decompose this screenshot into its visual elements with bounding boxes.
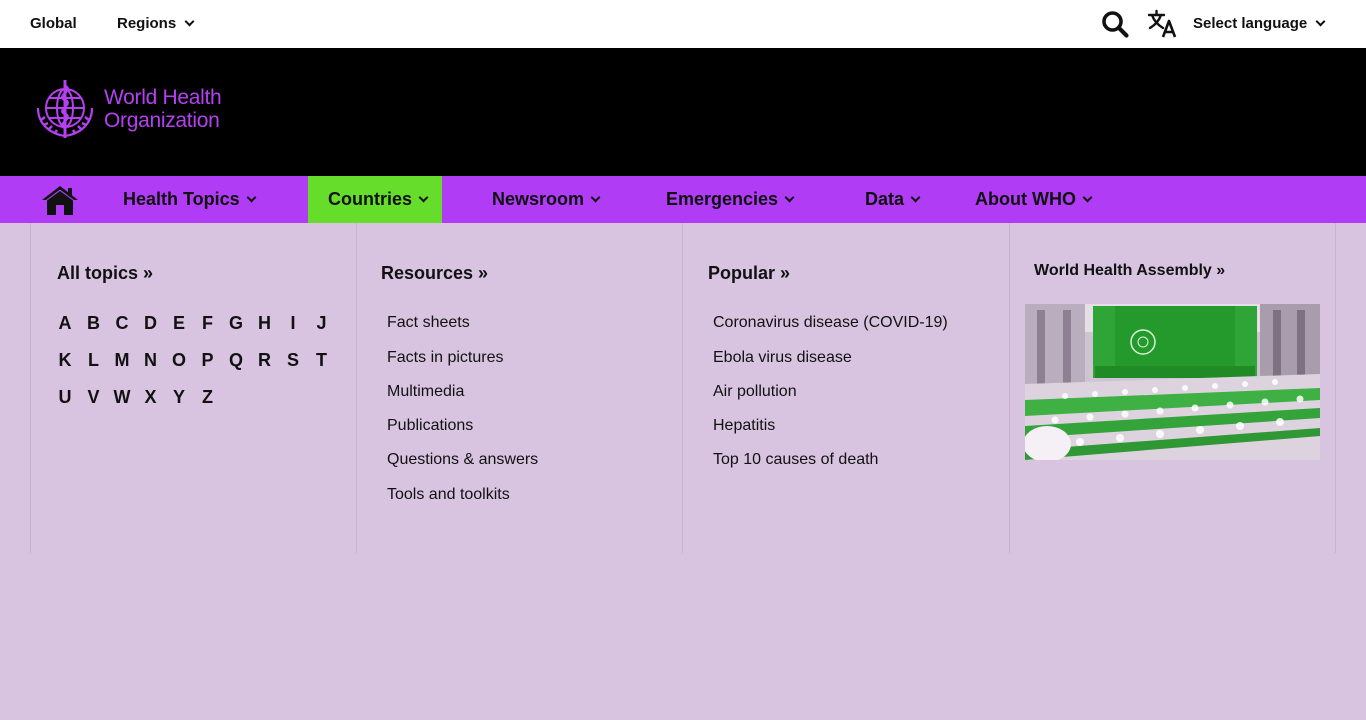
nav-data[interactable]: Data (851, 176, 933, 223)
nav-newsroom-label: Newsroom (492, 189, 585, 209)
popular-link-top10-causes[interactable]: Top 10 causes of death (713, 451, 878, 469)
letter-k-link[interactable]: K (54, 350, 76, 371)
site-header: World Health Organization (0, 48, 1366, 176)
main-navigation: Health Topics Countries Newsroom Emergen… (0, 176, 1366, 223)
popular-link-covid19[interactable]: Coronavirus disease (COVID-19) (713, 314, 948, 332)
logo-line-1: World Health (104, 86, 222, 109)
regions-label: Regions (117, 15, 177, 32)
resource-link-facts-in-pictures[interactable]: Facts in pictures (387, 349, 503, 367)
chevron-down-icon (590, 192, 601, 203)
letter-u-link[interactable]: U (54, 387, 76, 408)
letter-w-link[interactable]: W (111, 387, 133, 408)
chevron-down-icon (184, 16, 195, 27)
nav-countries-label: Countries (328, 189, 413, 209)
letter-j-link[interactable]: J (311, 313, 333, 334)
nav-health-topics-label: Health Topics (123, 189, 240, 209)
resource-link-fact-sheets[interactable]: Fact sheets (387, 314, 470, 332)
nav-data-label: Data (865, 189, 905, 209)
chevron-down-icon (784, 192, 795, 203)
nav-health-topics[interactable]: Health Topics (109, 176, 269, 223)
letter-i-link[interactable]: I (282, 313, 304, 334)
global-link[interactable]: Global (30, 15, 77, 33)
search-icon[interactable] (1101, 10, 1129, 38)
letter-s-link[interactable]: S (282, 350, 304, 371)
resource-link-tools-toolkits[interactable]: Tools and toolkits (387, 486, 510, 504)
logo-wordmark: World Health Organization (104, 86, 222, 132)
column-divider (1009, 223, 1010, 553)
language-label: Select language (1193, 15, 1308, 32)
popular-link-air-pollution[interactable]: Air pollution (713, 383, 797, 401)
letter-z-link[interactable]: Z (197, 387, 219, 408)
column-divider (30, 223, 31, 553)
resources-link[interactable]: Resources » (381, 263, 488, 284)
resource-link-questions-answers[interactable]: Questions & answers (387, 451, 538, 469)
nav-about-who-label: About WHO (975, 189, 1076, 209)
letter-l-link[interactable]: L (83, 350, 105, 371)
letter-q-link[interactable]: Q (225, 350, 247, 371)
chevron-down-icon (246, 192, 257, 203)
who-logo[interactable]: World Health Organization (30, 76, 230, 144)
letter-x-link[interactable]: X (140, 387, 162, 408)
letter-y-link[interactable]: Y (168, 387, 190, 408)
language-select[interactable]: Select language (1193, 15, 1326, 33)
all-topics-link[interactable]: All topics » (57, 263, 153, 284)
chevron-down-icon (1082, 192, 1093, 203)
letter-f-link[interactable]: F (197, 313, 219, 334)
column-divider (1335, 223, 1336, 553)
popular-link[interactable]: Popular » (708, 263, 790, 284)
chevron-down-icon (910, 192, 921, 203)
chevron-down-icon (1315, 16, 1326, 27)
world-health-assembly-link[interactable]: World Health Assembly » (1034, 262, 1225, 280)
mega-menu-panel: All topics » ABCDEFGHIJKLMNOPQRSTUVWXYZ … (0, 223, 1366, 553)
letter-p-link[interactable]: P (197, 350, 219, 371)
resource-link-publications[interactable]: Publications (387, 417, 473, 435)
column-divider (682, 223, 683, 553)
column-divider (356, 223, 357, 553)
letter-v-link[interactable]: V (83, 387, 105, 408)
popular-link-ebola[interactable]: Ebola virus disease (713, 349, 852, 367)
letter-e-link[interactable]: E (168, 313, 190, 334)
letter-c-link[interactable]: C (111, 313, 133, 334)
translate-icon[interactable] (1148, 9, 1178, 39)
nav-emergencies[interactable]: Emergencies (652, 176, 807, 223)
letter-h-link[interactable]: H (254, 313, 276, 334)
chevron-down-icon (418, 192, 429, 203)
home-icon[interactable] (41, 185, 79, 215)
letter-n-link[interactable]: N (140, 350, 162, 371)
regions-dropdown[interactable]: Regions (117, 15, 195, 33)
nav-countries[interactable]: Countries (308, 176, 442, 223)
letter-d-link[interactable]: D (140, 313, 162, 334)
popular-link-hepatitis[interactable]: Hepatitis (713, 417, 775, 435)
letter-o-link[interactable]: O (168, 350, 190, 371)
nav-emergencies-label: Emergencies (666, 189, 779, 209)
top-utility-bar: Global Regions Select language (0, 0, 1366, 48)
letter-m-link[interactable]: M (111, 350, 133, 371)
who-emblem-icon (36, 80, 94, 138)
letter-a-link[interactable]: A (54, 313, 76, 334)
world-health-assembly-image[interactable] (1025, 304, 1320, 460)
letter-r-link[interactable]: R (254, 350, 276, 371)
letter-b-link[interactable]: B (83, 313, 105, 334)
letter-g-link[interactable]: G (225, 313, 247, 334)
nav-about-who[interactable]: About WHO (961, 176, 1105, 223)
nav-newsroom[interactable]: Newsroom (478, 176, 613, 223)
letter-t-link[interactable]: T (311, 350, 333, 371)
resource-link-multimedia[interactable]: Multimedia (387, 383, 464, 401)
logo-line-2: Organization (104, 109, 220, 132)
